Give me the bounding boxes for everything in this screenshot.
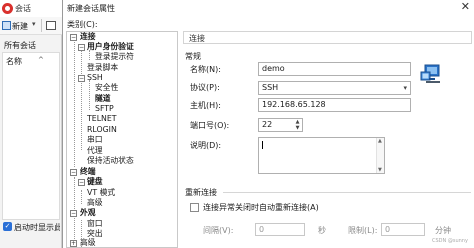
limit-stepper[interactable]: 0 [381, 223, 425, 236]
tree-item-login-prompts[interactable]: 登录提示符 [95, 52, 134, 62]
watermark: CSDN @sunny [432, 238, 468, 244]
port-value: 22 [262, 120, 273, 129]
tree-item-tunneling[interactable]: 隧道 [95, 94, 111, 104]
tree-item-keyboard[interactable]: 键盘 [87, 177, 103, 187]
tree-item-vt-mode[interactable]: VT 模式 [87, 188, 115, 198]
tree-item-advanced[interactable]: 高级 [80, 238, 96, 247]
auto-show-checkbox[interactable]: ✓ [3, 222, 12, 231]
session-list[interactable] [2, 52, 60, 220]
seconds-unit: 秒 [318, 226, 326, 235]
tree-item-keep-alive[interactable]: 保持活动状态 [87, 156, 134, 166]
tree-item-serial[interactable]: 串口 [87, 135, 103, 145]
auto-reconnect-label: 连接异常关闭时自动重新连接(A) [203, 203, 319, 212]
tree-item-user-auth[interactable]: 用户身份验证 [87, 42, 134, 52]
port-label: 端口号(O): [190, 121, 230, 130]
description-textarea[interactable]: ▲ ▼ [258, 137, 385, 174]
category-label: 类别(C): [67, 20, 98, 29]
dialog-title: 新建会话属性 [67, 4, 115, 13]
section-header: 连接 [189, 34, 205, 43]
collapse-toggle-icon[interactable]: − [70, 169, 77, 176]
tree-item-proxy[interactable]: 代理 [87, 146, 103, 156]
chevron-down-icon[interactable]: ▾ [403, 82, 407, 94]
name-column-header[interactable]: 名称 [6, 56, 22, 67]
group-divider [223, 192, 471, 193]
port-stepper[interactable]: 22 ▲ ▼ [258, 118, 303, 132]
new-session-icon[interactable] [2, 21, 11, 30]
toolbar-divider [41, 19, 42, 32]
tree-item-connection[interactable]: 连接 [80, 32, 96, 42]
collapse-toggle-icon[interactable]: − [78, 75, 85, 82]
all-sessions-label: 所有会话 [4, 41, 36, 50]
tree-item-sftp[interactable]: SFTP [95, 104, 114, 114]
app-title: 会话 [15, 4, 31, 13]
tree-item-security[interactable]: 安全性 [95, 83, 118, 93]
limit-value: 0 [385, 225, 391, 234]
new-session-button[interactable]: 新建 [12, 21, 28, 32]
host-input[interactable]: 192.168.65.128 [258, 98, 411, 112]
collapse-toggle-icon[interactable]: − [70, 34, 77, 41]
auto-reconnect-checkbox[interactable] [190, 203, 199, 212]
scroll-up-icon[interactable]: ▲ [378, 138, 382, 144]
limit-label: 限制(L): [348, 226, 378, 235]
interval-stepper[interactable]: 0 [255, 223, 305, 236]
section-header-box [183, 31, 472, 44]
tree-item-login-script[interactable]: 登录脚本 [87, 63, 118, 73]
description-scrollbar[interactable]: ▲ ▼ [376, 138, 384, 173]
sort-caret-icon[interactable]: ^ [38, 56, 44, 64]
tree-item-telnet[interactable]: TELNET [87, 114, 117, 124]
minutes-unit: 分钟 [435, 226, 451, 235]
name-input[interactable]: demo [258, 62, 411, 76]
tree-line [81, 50, 82, 150]
general-group-label: 常规 [185, 52, 201, 61]
tree-line [74, 40, 75, 167]
open-session-icon[interactable] [46, 21, 56, 30]
host-label: 主机(H): [190, 101, 221, 110]
spin-down-icon[interactable]: ▼ [293, 125, 302, 131]
category-tree[interactable]: − 连接 − 用户身份验证 登录提示符 登录脚本 − SSH 安全性 隧道 SF… [66, 31, 178, 248]
collapse-toggle-icon[interactable]: − [78, 44, 85, 51]
expand-toggle-icon[interactable]: + [70, 240, 77, 247]
tree-item-terminal-advanced[interactable]: 高级 [87, 198, 103, 208]
tree-line [81, 190, 82, 204]
tree-line [89, 80, 90, 110]
app-logo-icon [2, 3, 13, 14]
collapse-toggle-icon[interactable]: − [78, 179, 85, 186]
auto-show-label: 启动时显示此对话框 [14, 223, 60, 232]
text-cursor [262, 141, 263, 149]
computer-icon [420, 64, 440, 83]
interval-value: 0 [259, 225, 265, 234]
tree-item-rlogin[interactable]: RLOGIN [87, 125, 117, 135]
close-icon[interactable]: ✕ [461, 0, 470, 13]
scroll-down-icon[interactable]: ▼ [378, 167, 382, 173]
description-label: 说明(D): [190, 141, 222, 150]
interval-label: 间隔(V): [203, 226, 234, 235]
tree-item-ssh[interactable]: SSH [87, 73, 103, 83]
collapse-toggle-icon[interactable]: − [70, 210, 77, 217]
protocol-label: 协议(P): [190, 83, 220, 92]
name-label: 名称(N): [190, 65, 221, 74]
tree-item-terminal[interactable]: 终端 [80, 167, 96, 177]
new-session-dropdown-icon[interactable]: ▾ [32, 20, 36, 28]
protocol-value: SSH [262, 83, 279, 92]
reconnect-group-label: 重新连接 [185, 188, 217, 197]
protocol-select[interactable]: SSH ▾ [258, 81, 411, 95]
session-properties-dialog: 新建会话属性 ✕ 类别(C): − 连接 − 用户身份验证 登录提示符 登录脚本… [62, 0, 474, 248]
tree-item-window[interactable]: 窗口 [87, 219, 103, 229]
tree-item-appearance[interactable]: 外观 [80, 208, 96, 218]
dialog-titlebar [63, 0, 474, 17]
